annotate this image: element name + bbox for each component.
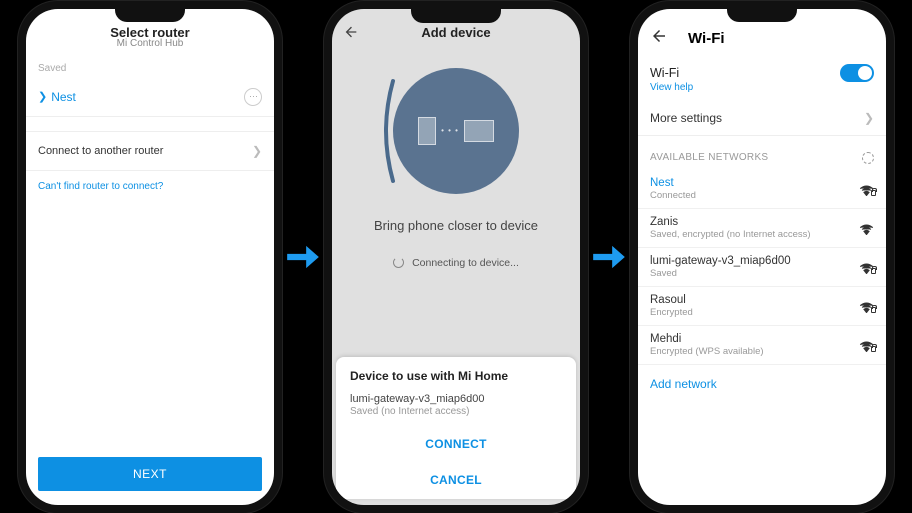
- notch: [115, 9, 185, 22]
- bottom-sheet: Device to use with Mi Home lumi-gateway-…: [336, 357, 576, 499]
- back-icon[interactable]: [650, 27, 668, 50]
- sheet-network-sub: Saved (no Internet access): [350, 406, 562, 417]
- dots-icon: • • •: [441, 126, 459, 135]
- wifi-signal-icon: [859, 222, 874, 233]
- network-row[interactable]: MehdiEncrypted (WPS available): [638, 326, 886, 365]
- network-status: Saved: [650, 268, 791, 279]
- network-row[interactable]: lumi-gateway-v3_miap6d00Saved: [638, 248, 886, 287]
- cancel-button[interactable]: CANCEL: [350, 461, 562, 497]
- spinner-icon: [393, 257, 404, 268]
- back-icon[interactable]: [342, 23, 360, 41]
- progress-arc: [383, 76, 397, 186]
- pairing-illustration: • • •: [381, 56, 531, 206]
- network-name: Nest: [51, 90, 76, 104]
- wifi-signal-icon: [859, 261, 874, 272]
- more-settings-row[interactable]: More settings ❯: [638, 101, 886, 136]
- device-a-icon: [418, 117, 436, 145]
- instruction-text: Bring phone closer to device: [374, 218, 538, 233]
- phone-wifi-settings: Wi-Fi Wi-Fi View help More settings ❯ AV…: [638, 9, 886, 505]
- network-status: Encrypted (WPS available): [650, 346, 764, 357]
- available-networks-label: AVAILABLE NETWORKS: [638, 136, 886, 170]
- sheet-title: Device to use with Mi Home: [350, 369, 562, 383]
- sheet-network-name: lumi-gateway-v3_miap6d00: [350, 393, 562, 405]
- row-label: Connect to another router: [38, 145, 163, 157]
- saved-section-label: Saved: [26, 55, 274, 78]
- network-name: Mehdi: [650, 333, 764, 345]
- phone-add-device: Add device • • • Bring phone closer to d…: [332, 9, 580, 505]
- lock-icon: [871, 268, 876, 274]
- chevron-right-icon: ❯: [252, 144, 262, 158]
- status-text: Connecting to device...: [412, 257, 519, 269]
- notch: [411, 9, 501, 23]
- add-network-button[interactable]: Add network: [638, 365, 886, 403]
- page-title: Wi-Fi: [688, 30, 725, 47]
- lock-icon: [871, 190, 876, 196]
- network-row[interactable]: ZanisSaved, encrypted (no Internet acces…: [638, 209, 886, 248]
- chevron-right-icon: ❯: [38, 90, 47, 103]
- refresh-icon[interactable]: [862, 152, 874, 164]
- page-title: Add device: [342, 25, 570, 40]
- network-name: Nest: [650, 177, 696, 189]
- wifi-signal-icon: [859, 339, 874, 350]
- status-row: Connecting to device...: [393, 257, 519, 269]
- connect-button[interactable]: CONNECT: [350, 425, 562, 461]
- next-button[interactable]: NEXT: [38, 457, 262, 491]
- network-name: lumi-gateway-v3_miap6d00: [650, 255, 791, 267]
- wifi-toggle[interactable]: [840, 64, 874, 82]
- notch: [727, 9, 797, 22]
- page-subtitle: Mi Control Hub: [36, 38, 264, 49]
- row-label: More settings: [650, 111, 722, 125]
- flow-arrow-icon: [590, 238, 628, 276]
- more-icon[interactable]: ⋯: [244, 88, 262, 106]
- lock-icon: [871, 346, 876, 352]
- wifi-label: Wi-Fi: [650, 66, 679, 80]
- help-link[interactable]: Can't find router to connect?: [26, 171, 274, 202]
- network-status: Saved, encrypted (no Internet access): [650, 229, 811, 240]
- network-row[interactable]: NestConnected: [638, 170, 886, 209]
- network-item-nest[interactable]: ❯ Nest ⋯: [26, 78, 274, 117]
- network-name: Rasoul: [650, 294, 693, 306]
- network-status: Encrypted: [650, 307, 693, 318]
- network-list: NestConnectedZanisSaved, encrypted (no I…: [638, 170, 886, 365]
- phone-select-router: Select router Mi Control Hub Saved ❯ Nes…: [26, 9, 274, 505]
- chevron-right-icon: ❯: [864, 111, 874, 125]
- network-name: Zanis: [650, 216, 811, 228]
- device-b-icon: [464, 120, 494, 142]
- flow-arrow-icon: [284, 238, 322, 276]
- lock-icon: [871, 307, 876, 313]
- network-status: Connected: [650, 190, 696, 201]
- view-help-link[interactable]: View help: [638, 82, 886, 101]
- connect-another-router[interactable]: Connect to another router ❯: [26, 131, 274, 171]
- wifi-signal-icon: [859, 183, 874, 194]
- wifi-signal-icon: [859, 300, 874, 311]
- network-row[interactable]: RasoulEncrypted: [638, 287, 886, 326]
